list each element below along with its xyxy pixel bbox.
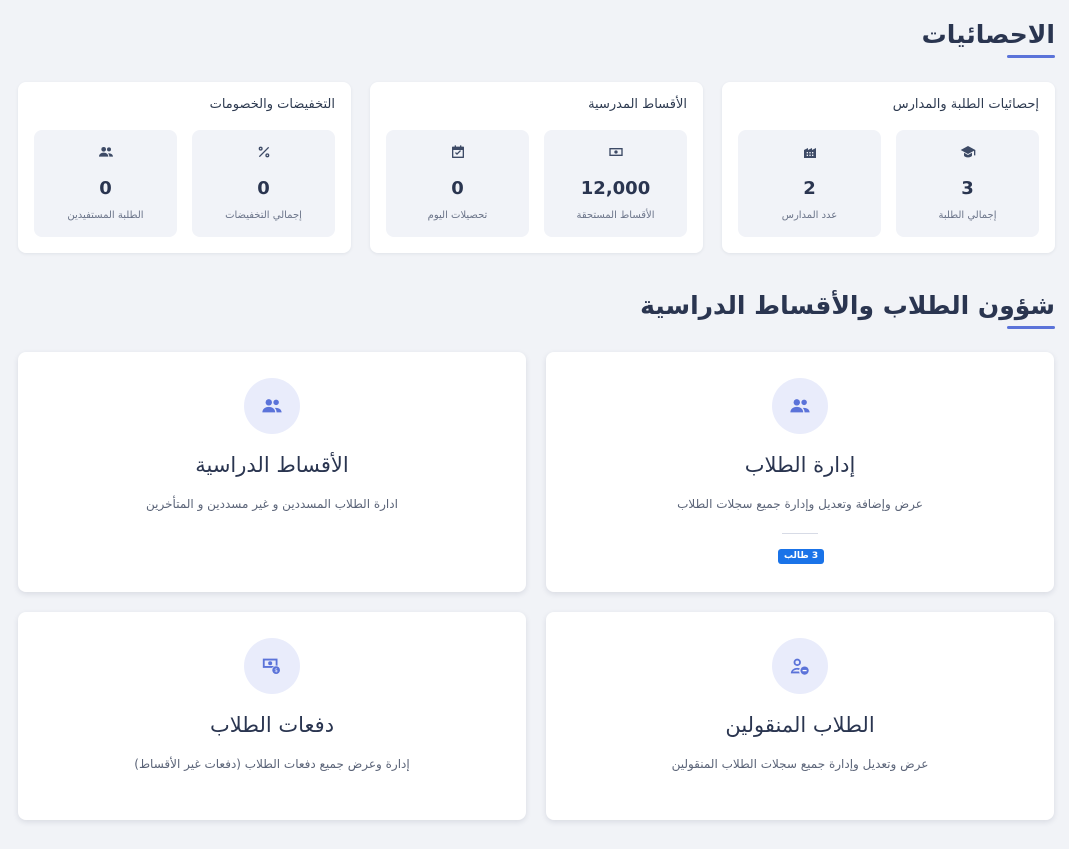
card-description: عرض وتعديل وإدارة جميع سجلات الطلاب المن… [671, 757, 929, 771]
divider [782, 533, 818, 534]
dashboard-page: الاحصائيات إحصائيات الطلبة والمدارس 3 إج… [0, 0, 1069, 849]
beneficiary-students-stat: 0 الطلبة المستفيدين [34, 130, 177, 237]
user-minus-icon [790, 658, 809, 675]
percent-icon [192, 144, 335, 162]
group-title: التخفيضات والخصومات [209, 97, 335, 112]
stat-label: تحصيلات اليوم [427, 210, 488, 221]
stat-value: 12,000 [580, 178, 651, 199]
due-installments-stat: 12,000 الأقساط المستحقة [544, 130, 687, 237]
discounts-stats-card: التخفيضات والخصومات 0 إجمالي التخفيضات 0… [18, 82, 351, 253]
heading-underline [1007, 326, 1055, 329]
stat-label: عدد المدارس [781, 210, 838, 221]
students-count-badge: 3 طالب [778, 549, 825, 564]
stat-label: إجمالي الطلبة [938, 210, 997, 221]
group-title: الأقساط المدرسية [588, 97, 687, 112]
group-title: إحصائيات الطلبة والمدارس [892, 97, 1039, 112]
money-bill-icon [544, 144, 687, 162]
icon-circle: $ [244, 638, 300, 694]
card-description: إدارة وعرض جميع دفعات الطلاب (دفعات غير … [134, 757, 410, 771]
money-exchange-icon: $ [262, 658, 281, 675]
statistics-heading-text: الاحصائيات [921, 20, 1055, 49]
icon-circle [772, 638, 828, 694]
heading-underline [1007, 55, 1055, 58]
total-discounts-stat: 0 إجمالي التخفيضات [192, 130, 335, 237]
total-students-stat: 3 إجمالي الطلبة [896, 130, 1039, 237]
stat-label: الطلبة المستفيدين [67, 210, 144, 221]
users-icon [34, 144, 177, 162]
card-title: دفعات الطلاب [209, 713, 335, 737]
users-icon [262, 399, 282, 413]
student-affairs-heading-text: شؤون الطلاب والأقساط الدراسية [640, 291, 1055, 320]
schools-count-stat: 2 عدد المدارس [738, 130, 881, 237]
students-management-card[interactable]: إدارة الطلاب عرض وإضافة وتعديل وإدارة جم… [546, 352, 1054, 592]
students-schools-stats-card: إحصائيات الطلبة والمدارس 3 إجمالي الطلبة… [722, 82, 1055, 253]
today-collections-stat: 0 تحصيلات اليوم [386, 130, 529, 237]
card-title: إدارة الطلاب [744, 453, 856, 477]
graduation-cap-icon [896, 144, 1039, 162]
building-icon [738, 144, 881, 162]
calendar-check-icon [386, 144, 529, 162]
icon-circle [772, 378, 828, 434]
stat-label: الأقساط المستحقة [576, 210, 655, 221]
svg-text:$: $ [274, 668, 278, 674]
icon-circle [244, 378, 300, 434]
transferred-students-card[interactable]: الطلاب المنقولين عرض وتعديل وإدارة جميع … [546, 612, 1054, 820]
student-payments-card[interactable]: $ دفعات الطلاب إدارة وعرض جميع دفعات الط… [18, 612, 526, 820]
card-title: الأقساط الدراسية [195, 453, 349, 477]
installments-stats-card: الأقساط المدرسية 12,000 الأقساط المستحقة… [370, 82, 703, 253]
stat-value: 0 [257, 178, 270, 199]
stat-value: 0 [451, 178, 464, 199]
card-description: ادارة الطلاب المسددين و غير مسددين و الم… [146, 497, 398, 511]
stat-label: إجمالي التخفيضات [225, 210, 302, 221]
card-title: الطلاب المنقولين [725, 713, 875, 737]
installments-card[interactable]: الأقساط الدراسية ادارة الطلاب المسددين و… [18, 352, 526, 592]
card-description: عرض وإضافة وتعديل وإدارة جميع سجلات الطل… [677, 497, 923, 511]
stat-value: 0 [99, 178, 112, 199]
stat-value: 3 [961, 178, 974, 199]
statistics-heading: الاحصائيات [921, 20, 1055, 58]
users-icon [790, 399, 810, 413]
stat-value: 2 [803, 178, 816, 199]
student-affairs-heading: شؤون الطلاب والأقساط الدراسية [640, 291, 1055, 329]
